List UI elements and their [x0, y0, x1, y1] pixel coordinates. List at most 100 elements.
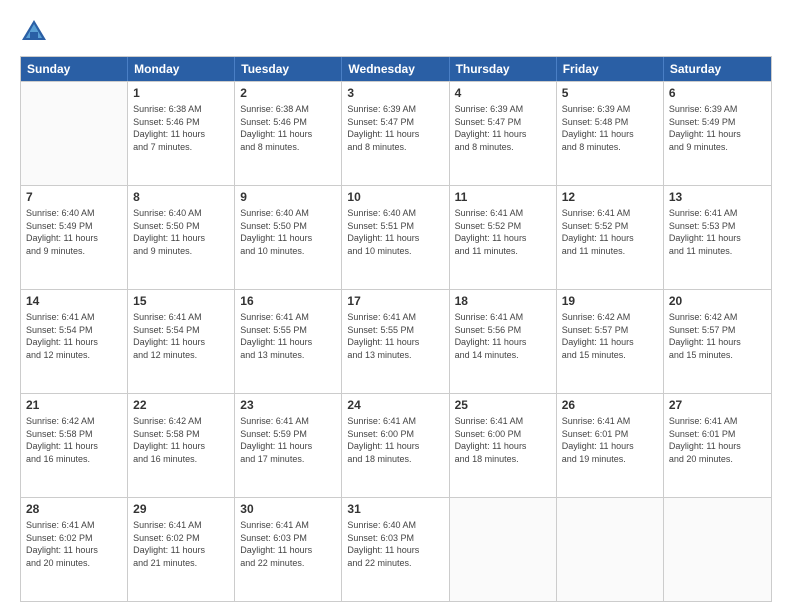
week-row-2: 7 Sunrise: 6:40 AM Sunset: 5:49 PM Daylig…	[21, 185, 771, 289]
logo	[20, 18, 52, 46]
day-header-saturday: Saturday	[664, 57, 771, 81]
day-cell-12: 12Sunrise: 6:41 AM Sunset: 5:52 PM Dayli…	[557, 186, 664, 289]
day-cell-8: 8 Sunrise: 6:40 AM Sunset: 5:50 PM Daylig…	[128, 186, 235, 289]
cell-info: Sunrise: 6:41 AM Sunset: 5:52 PM Dayligh…	[455, 207, 551, 257]
day-number: 9	[240, 189, 336, 205]
day-header-monday: Monday	[128, 57, 235, 81]
day-number: 7	[26, 189, 122, 205]
day-header-thursday: Thursday	[450, 57, 557, 81]
cell-info: Sunrise: 6:41 AM Sunset: 6:01 PM Dayligh…	[669, 415, 766, 465]
day-number: 16	[240, 293, 336, 309]
calendar: SundayMondayTuesdayWednesdayThursdayFrid…	[20, 56, 772, 602]
day-number: 20	[669, 293, 766, 309]
day-number: 6	[669, 85, 766, 101]
cell-info: Sunrise: 6:39 AM Sunset: 5:47 PM Dayligh…	[347, 103, 443, 153]
day-cell-7: 7 Sunrise: 6:40 AM Sunset: 5:49 PM Daylig…	[21, 186, 128, 289]
day-cell-16: 16 Sunrise: 6:41 AM Sunset: 5:55 PM Dayli…	[235, 290, 342, 393]
day-number: 2	[240, 85, 336, 101]
day-cell-15: 15 Sunrise: 6:41 AM Sunset: 5:54 PM Dayli…	[128, 290, 235, 393]
day-header-tuesday: Tuesday	[235, 57, 342, 81]
cell-info: Sunrise: 6:41 AM Sunset: 5:53 PM Dayligh…	[669, 207, 766, 257]
cell-info: Sunrise: 6:41 AM Sunset: 6:02 PM Dayligh…	[26, 519, 122, 569]
day-cell-31: 31Sunrise: 6:40 AM Sunset: 6:03 PM Dayli…	[342, 498, 449, 601]
calendar-body: 1 Sunrise: 6:38 AM Sunset: 5:46 PM Daylig…	[21, 81, 771, 601]
cell-info: Sunrise: 6:38 AM Sunset: 5:46 PM Dayligh…	[133, 103, 229, 153]
day-cell-23: 23Sunrise: 6:41 AM Sunset: 5:59 PM Dayli…	[235, 394, 342, 497]
day-cell-19: 19 Sunrise: 6:42 AM Sunset: 5:57 PM Dayli…	[557, 290, 664, 393]
day-cell-10: 10Sunrise: 6:40 AM Sunset: 5:51 PM Dayli…	[342, 186, 449, 289]
cell-info: Sunrise: 6:42 AM Sunset: 5:58 PM Dayligh…	[133, 415, 229, 465]
cell-info: Sunrise: 6:42 AM Sunset: 5:57 PM Dayligh…	[562, 311, 658, 361]
day-cell-26: 26 Sunrise: 6:41 AM Sunset: 6:01 PM Dayli…	[557, 394, 664, 497]
day-header-sunday: Sunday	[21, 57, 128, 81]
cell-info: Sunrise: 6:40 AM Sunset: 5:49 PM Dayligh…	[26, 207, 122, 257]
empty-cell	[664, 498, 771, 601]
day-cell-1: 1 Sunrise: 6:38 AM Sunset: 5:46 PM Daylig…	[128, 82, 235, 185]
day-number: 25	[455, 397, 551, 413]
day-number: 21	[26, 397, 122, 413]
day-number: 11	[455, 189, 551, 205]
cell-info: Sunrise: 6:41 AM Sunset: 6:00 PM Dayligh…	[455, 415, 551, 465]
day-number: 18	[455, 293, 551, 309]
day-number: 14	[26, 293, 122, 309]
cell-info: Sunrise: 6:41 AM Sunset: 5:55 PM Dayligh…	[347, 311, 443, 361]
cell-info: Sunrise: 6:42 AM Sunset: 5:58 PM Dayligh…	[26, 415, 122, 465]
header	[20, 18, 772, 46]
day-cell-20: 20 Sunrise: 6:42 AM Sunset: 5:57 PM Dayli…	[664, 290, 771, 393]
empty-cell	[450, 498, 557, 601]
day-number: 17	[347, 293, 443, 309]
cell-info: Sunrise: 6:41 AM Sunset: 6:01 PM Dayligh…	[562, 415, 658, 465]
day-cell-17: 17 Sunrise: 6:41 AM Sunset: 5:55 PM Dayli…	[342, 290, 449, 393]
calendar-header: SundayMondayTuesdayWednesdayThursdayFrid…	[21, 57, 771, 81]
day-number: 26	[562, 397, 658, 413]
day-number: 19	[562, 293, 658, 309]
day-cell-2: 2Sunrise: 6:38 AM Sunset: 5:46 PM Daylig…	[235, 82, 342, 185]
day-number: 28	[26, 501, 122, 517]
day-cell-21: 21 Sunrise: 6:42 AM Sunset: 5:58 PM Dayli…	[21, 394, 128, 497]
day-cell-5: 5Sunrise: 6:39 AM Sunset: 5:48 PM Daylig…	[557, 82, 664, 185]
day-cell-25: 25 Sunrise: 6:41 AM Sunset: 6:00 PM Dayli…	[450, 394, 557, 497]
cell-info: Sunrise: 6:41 AM Sunset: 5:54 PM Dayligh…	[133, 311, 229, 361]
day-cell-14: 14 Sunrise: 6:41 AM Sunset: 5:54 PM Dayli…	[21, 290, 128, 393]
cell-info: Sunrise: 6:41 AM Sunset: 5:54 PM Dayligh…	[26, 311, 122, 361]
day-number: 29	[133, 501, 229, 517]
cell-info: Sunrise: 6:39 AM Sunset: 5:47 PM Dayligh…	[455, 103, 551, 153]
day-cell-27: 27Sunrise: 6:41 AM Sunset: 6:01 PM Dayli…	[664, 394, 771, 497]
cell-info: Sunrise: 6:41 AM Sunset: 6:02 PM Dayligh…	[133, 519, 229, 569]
day-number: 3	[347, 85, 443, 101]
day-cell-29: 29 Sunrise: 6:41 AM Sunset: 6:02 PM Dayli…	[128, 498, 235, 601]
day-number: 8	[133, 189, 229, 205]
day-header-wednesday: Wednesday	[342, 57, 449, 81]
day-number: 15	[133, 293, 229, 309]
day-number: 10	[347, 189, 443, 205]
day-number: 30	[240, 501, 336, 517]
cell-info: Sunrise: 6:41 AM Sunset: 5:59 PM Dayligh…	[240, 415, 336, 465]
day-number: 13	[669, 189, 766, 205]
day-number: 5	[562, 85, 658, 101]
day-cell-28: 28 Sunrise: 6:41 AM Sunset: 6:02 PM Dayli…	[21, 498, 128, 601]
day-number: 4	[455, 85, 551, 101]
empty-cell	[21, 82, 128, 185]
week-row-5: 28 Sunrise: 6:41 AM Sunset: 6:02 PM Dayli…	[21, 497, 771, 601]
day-number: 22	[133, 397, 229, 413]
day-cell-24: 24 Sunrise: 6:41 AM Sunset: 6:00 PM Dayli…	[342, 394, 449, 497]
day-cell-22: 22 Sunrise: 6:42 AM Sunset: 5:58 PM Dayli…	[128, 394, 235, 497]
day-cell-18: 18Sunrise: 6:41 AM Sunset: 5:56 PM Dayli…	[450, 290, 557, 393]
page: SundayMondayTuesdayWednesdayThursdayFrid…	[0, 0, 792, 612]
day-cell-11: 11 Sunrise: 6:41 AM Sunset: 5:52 PM Dayli…	[450, 186, 557, 289]
day-number: 1	[133, 85, 229, 101]
day-cell-3: 3 Sunrise: 6:39 AM Sunset: 5:47 PM Daylig…	[342, 82, 449, 185]
cell-info: Sunrise: 6:40 AM Sunset: 6:03 PM Dayligh…	[347, 519, 443, 569]
day-cell-13: 13 Sunrise: 6:41 AM Sunset: 5:53 PM Dayli…	[664, 186, 771, 289]
day-cell-30: 30Sunrise: 6:41 AM Sunset: 6:03 PM Dayli…	[235, 498, 342, 601]
day-cell-9: 9Sunrise: 6:40 AM Sunset: 5:50 PM Daylig…	[235, 186, 342, 289]
cell-info: Sunrise: 6:40 AM Sunset: 5:50 PM Dayligh…	[133, 207, 229, 257]
day-cell-4: 4 Sunrise: 6:39 AM Sunset: 5:47 PM Daylig…	[450, 82, 557, 185]
cell-info: Sunrise: 6:42 AM Sunset: 5:57 PM Dayligh…	[669, 311, 766, 361]
cell-info: Sunrise: 6:41 AM Sunset: 5:55 PM Dayligh…	[240, 311, 336, 361]
day-number: 24	[347, 397, 443, 413]
day-number: 12	[562, 189, 658, 205]
cell-info: Sunrise: 6:41 AM Sunset: 6:00 PM Dayligh…	[347, 415, 443, 465]
week-row-1: 1 Sunrise: 6:38 AM Sunset: 5:46 PM Daylig…	[21, 81, 771, 185]
empty-cell	[557, 498, 664, 601]
